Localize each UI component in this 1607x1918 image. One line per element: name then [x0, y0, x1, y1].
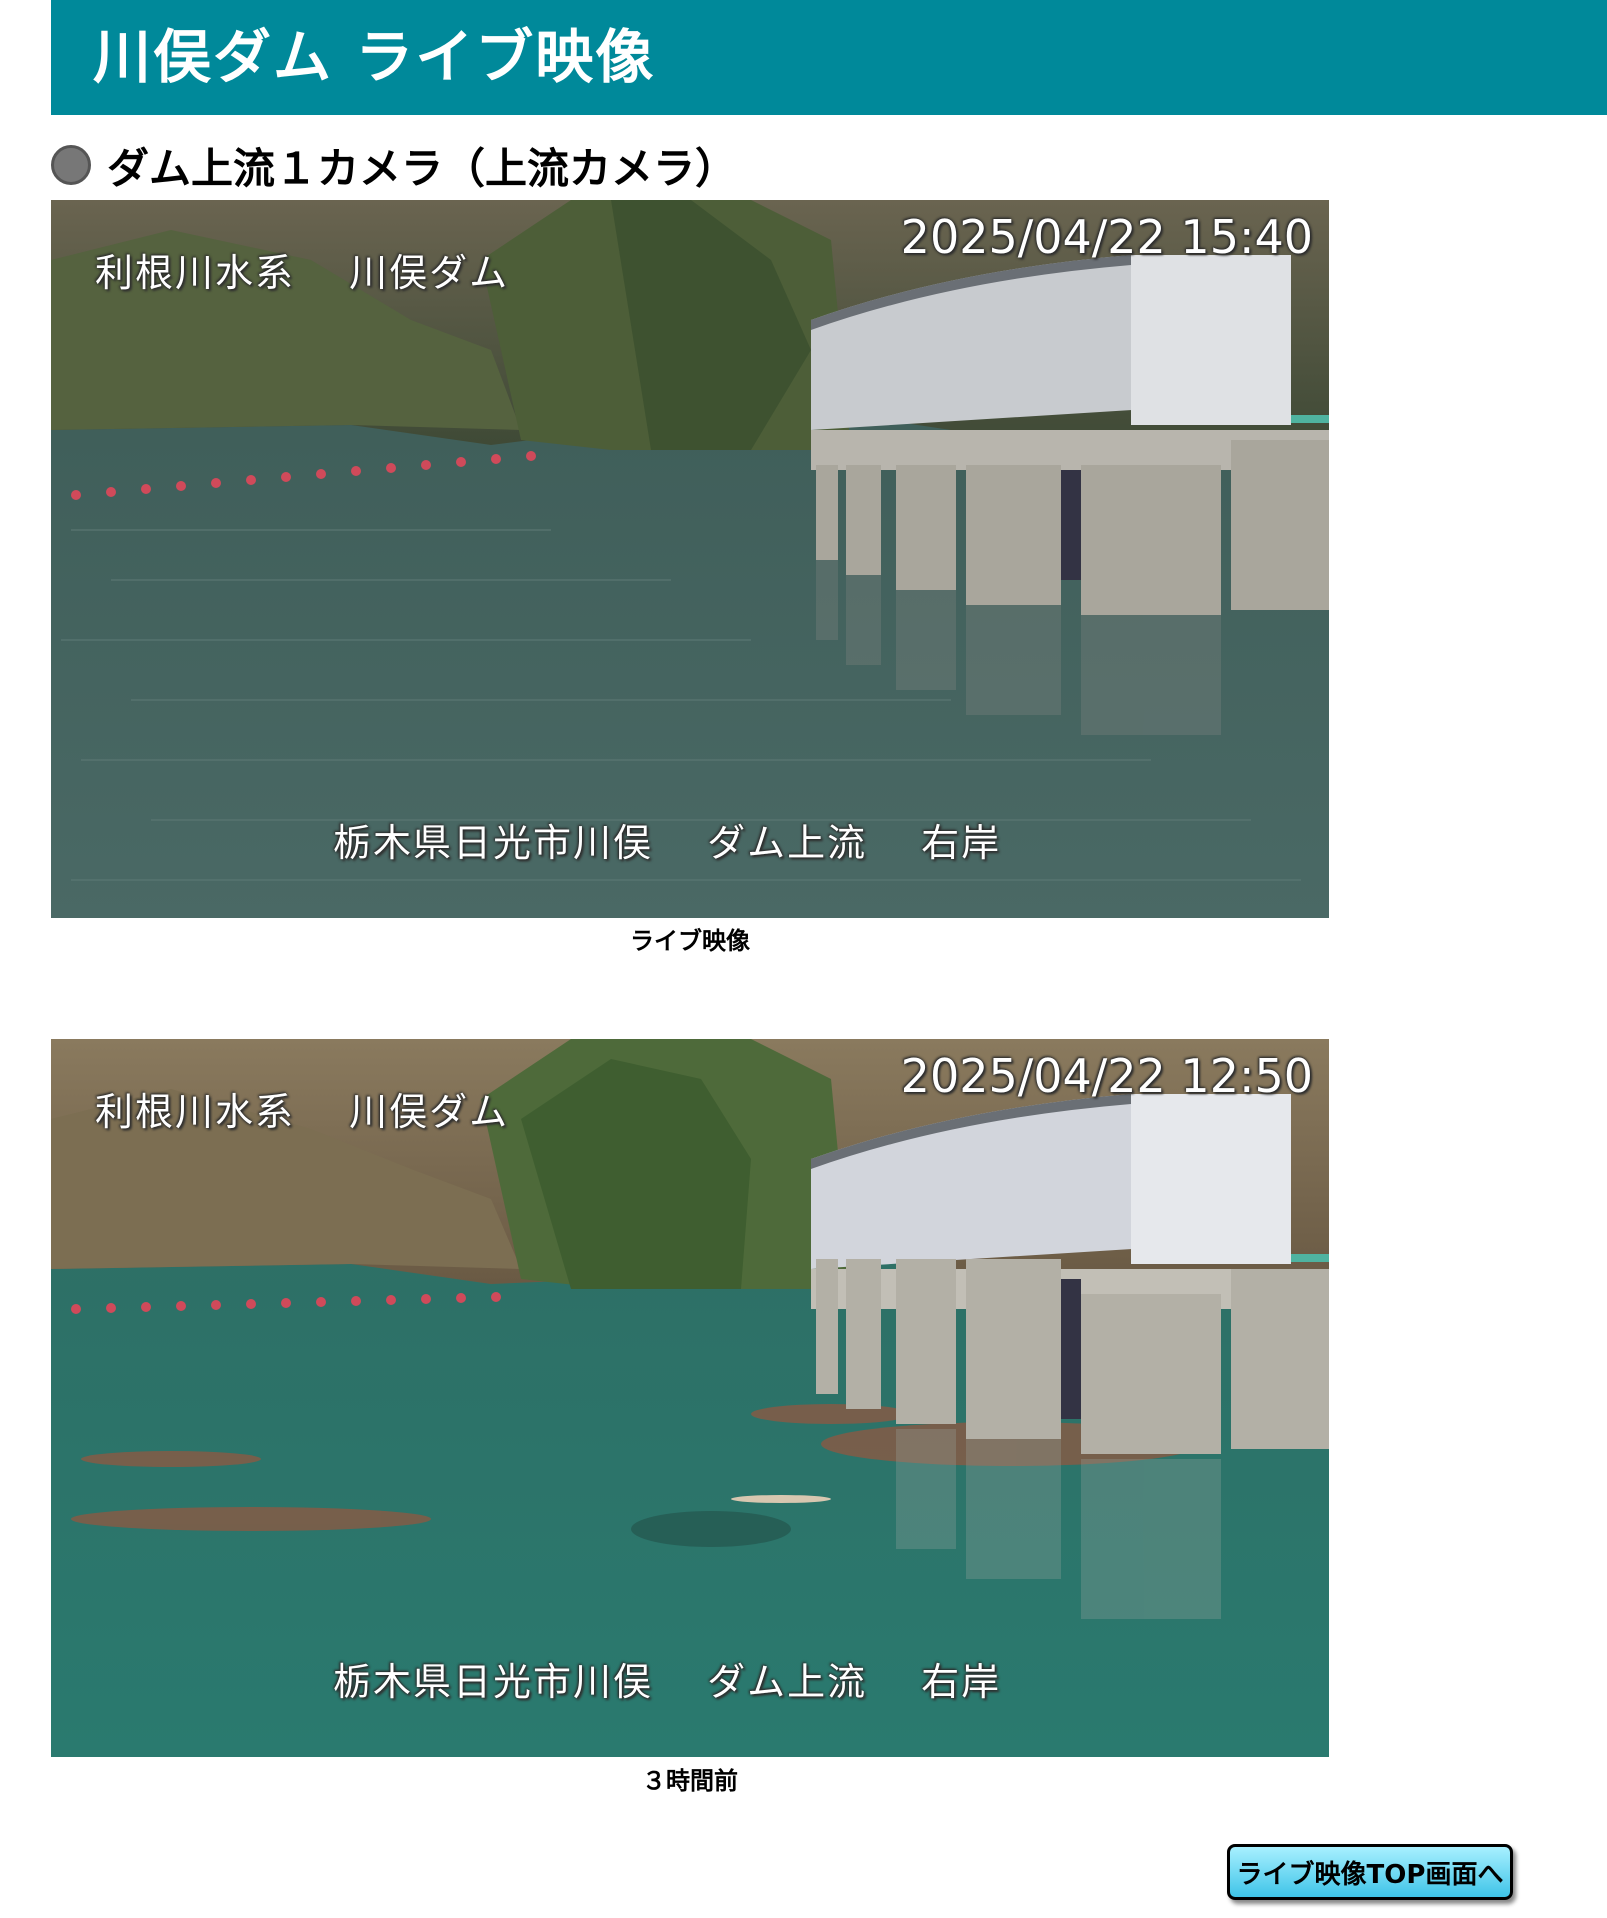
- dam-scene-image: [51, 1039, 1329, 1757]
- camera-location-label: 栃木県日光市川俣 ダム上流 右岸: [333, 1660, 1002, 1704]
- camera-timestamp: 2025/04/22 12:50: [900, 1049, 1313, 1103]
- page: 川俣ダム ライブ映像 ダム上流１カメラ（上流カメラ） 利根川水系 川俣ダム 20…: [0, 0, 1607, 1918]
- live-top-button[interactable]: ライブ映像TOP画面へ: [1227, 1844, 1513, 1900]
- camera-caption-past: ３時間前: [642, 1767, 738, 1795]
- camera-timestamp: 2025/04/22 15:40: [900, 210, 1313, 264]
- camera-system-label: 利根川水系 川俣ダム: [95, 251, 510, 295]
- camera-location-label: 栃木県日光市川俣 ダム上流 右岸: [333, 821, 1002, 865]
- camera-heading: ダム上流１カメラ（上流カメラ）: [107, 143, 738, 193]
- camera-image-live: 利根川水系 川俣ダム 2025/04/22 15:40 栃木県日光市川俣 ダム上…: [51, 200, 1329, 918]
- camera-image-past: 利根川水系 川俣ダム 2025/04/22 12:50 栃木県日光市川俣 ダム上…: [51, 1039, 1329, 1757]
- dam-scene-image: [51, 200, 1329, 918]
- header-banner: 川俣ダム ライブ映像: [51, 0, 1607, 115]
- circle-bullet-icon: [51, 145, 91, 185]
- camera-system-label: 利根川水系 川俣ダム: [95, 1090, 510, 1134]
- section-heading: ダム上流１カメラ（上流カメラ）: [51, 134, 737, 196]
- page-title: 川俣ダム ライブ映像: [93, 23, 656, 91]
- camera-caption-live: ライブ映像: [630, 927, 750, 955]
